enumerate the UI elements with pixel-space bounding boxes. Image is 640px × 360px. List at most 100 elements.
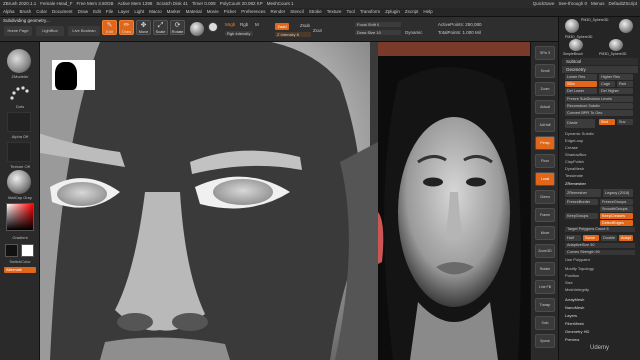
solo-button[interactable]: Solo [535,316,555,330]
zremesher-button[interactable]: ZRemesher [565,189,601,197]
keep-groups-button[interactable]: KeepGroups [565,213,598,219]
dynamesh-item[interactable]: DynaMesh [565,166,584,172]
xpose-button[interactable]: Xpose [535,334,555,348]
menu-material[interactable]: Material [186,9,202,15]
menu-brush[interactable]: Brush [20,9,32,15]
freeze-groups-button[interactable]: FreezeGroups [600,199,633,205]
shadowbox-item[interactable]: ShadowBox [565,152,586,158]
menu-stroke[interactable]: Stroke [309,9,322,15]
move-button[interactable]: ✥ Move [136,20,151,35]
m-toggle[interactable]: M [255,22,259,28]
menus-button[interactable]: Menus [591,1,605,7]
detect-edges-button[interactable]: DetectEdges [600,220,633,226]
tool-thumb-2[interactable] [619,19,633,33]
del-higher-button[interactable]: Del Higher [599,88,633,94]
meshintegrity-item[interactable]: MeshIntegrity [565,287,589,293]
focal-shift-slider[interactable]: Focal Shift 0 [355,22,401,27]
move-view-button[interactable]: Move [535,226,555,240]
lightbox-button[interactable]: LightBox [36,26,64,36]
zsub-toggle[interactable]: Zsub [300,23,310,29]
menu-draw[interactable]: Draw [78,9,89,15]
tool-thumb-4[interactable] [609,39,623,51]
actual-button[interactable]: Actual [535,100,555,114]
adaptive-size-slider[interactable]: AdaptiveSize 50 [565,243,635,248]
menu-stencil[interactable]: Stencil [290,9,304,15]
edit-button[interactable]: ✎ Edit [102,20,117,35]
floor-button[interactable]: Floor [535,154,555,168]
cage-button[interactable]: Cage [599,81,615,87]
layers-item[interactable]: Layers [565,313,577,319]
menu-edit[interactable]: Edit [93,9,101,15]
zoom-button[interactable]: Zoom [535,82,555,96]
menu-color[interactable]: Color [36,9,47,15]
menu-picker[interactable]: Picker [224,9,237,15]
rotate-button[interactable]: ⟳ Rotate [170,20,185,35]
smt-toggle[interactable]: Smt [599,119,615,125]
keep-creases-button[interactable]: KeepCreases [600,213,633,219]
menu-preferences[interactable]: Preferences [241,9,265,15]
zoom3d-button[interactable]: Zoom3D [535,244,555,258]
scale-button[interactable]: ⤢ Scale [153,20,168,35]
menu-layer[interactable]: Layer [118,9,129,15]
alternate-button[interactable]: Alternate [4,267,36,273]
freeze-border-button[interactable]: FreezeBorder [565,199,598,205]
aahalf-button[interactable]: AAHalf [535,118,555,132]
position-item[interactable]: Position [565,273,579,279]
transp-button[interactable]: Transp [535,298,555,312]
zcut-toggle[interactable]: Zcut [313,28,322,34]
local-button[interactable]: Local [535,172,555,186]
fibermesh-item[interactable]: FiberMesh [565,321,584,327]
material-thumbnail[interactable] [7,170,31,194]
switch-color-label[interactable]: SwitchColor [0,259,40,264]
tool-thumb-1[interactable] [565,19,579,33]
menu-macro[interactable]: Macro [149,9,162,15]
menu-render[interactable]: Render [270,9,285,15]
subtool-header[interactable]: Subtool [562,58,638,65]
persp-button[interactable]: Persp [535,136,555,150]
zadd-toggle[interactable]: Zadd [275,23,289,30]
menu-help[interactable]: Help [423,9,432,15]
rgb-toggle[interactable]: Rgb [240,22,248,28]
rstr-button[interactable]: Rstr [617,81,633,87]
live-boolean-button[interactable]: Live Boolean [68,26,100,36]
half-button[interactable]: Half [565,235,581,241]
divide-button[interactable]: Divide [565,119,595,128]
tool-thumb-3[interactable] [569,39,583,51]
color-swatch-icon[interactable] [208,22,218,32]
menu-transform[interactable]: Transform [360,9,380,15]
modify-topology-item[interactable]: Modify Topology [565,266,594,272]
brush-thumbnail[interactable] [7,49,31,73]
default-zscript-button[interactable]: DefaultZScript [608,1,637,7]
draw-size-slider[interactable]: Draw Size 10 [355,30,401,35]
menu-tool[interactable]: Tool [347,9,355,15]
spix-button[interactable]: SPix 3 [535,46,555,60]
dynamic-toggle[interactable]: Dynamic [405,30,423,36]
higher-res-button[interactable]: Higher Res [599,74,633,80]
size-item[interactable]: Size [565,280,573,286]
use-polypaint-toggle[interactable]: Use Polypaint [565,257,590,263]
crease-item[interactable]: Crease [565,145,578,151]
menu-document[interactable]: Document [52,9,73,15]
suv-toggle[interactable]: Suv [617,119,633,125]
draw-button[interactable]: ✏ Draw [119,20,134,35]
same-button[interactable]: Same [583,235,599,241]
alpha-thumbnail[interactable] [7,112,31,132]
menu-zplugin[interactable]: Zplugin [385,9,400,15]
menu-file[interactable]: File [106,9,113,15]
frame-button[interactable]: Frame [535,208,555,222]
color-picker[interactable] [6,203,34,231]
mrgb-toggle[interactable]: Mrgb [225,22,235,28]
menu-marker[interactable]: Marker [167,9,181,15]
target-polygons-slider[interactable]: Target Polygons Count 5 [565,227,635,232]
rotate-view-button[interactable]: Rotate [535,262,555,276]
scroll-button[interactable]: Scroll [535,64,555,78]
dynamic-subdiv-item[interactable]: Dynamic Subdiv [565,131,594,137]
adapt-button[interactable]: Adapt [619,235,633,241]
rgb-intensity-slider[interactable]: Rgb Intensity [225,31,253,36]
arraymesh-item[interactable]: ArrayMesh [565,297,584,303]
gizmo-button[interactable]: Gizmo [535,190,555,204]
menu-zscript[interactable]: Zscript [405,9,419,15]
main-color-swatch[interactable] [21,244,34,257]
double-button[interactable]: Double [601,235,617,241]
legacy-button[interactable]: Legacy (2018) [603,189,633,197]
